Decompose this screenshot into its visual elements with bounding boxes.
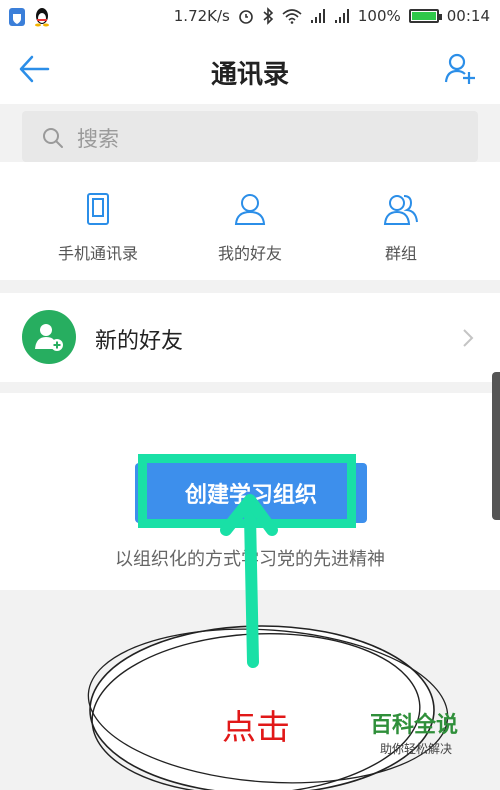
quick-menu: 手机通讯录 我的好友 群组 bbox=[0, 162, 500, 280]
signal-icon bbox=[310, 9, 325, 23]
signal-icon bbox=[334, 9, 349, 23]
network-speed: 1.72K/s bbox=[173, 7, 230, 25]
new-friends-label: 新的好友 bbox=[95, 329, 184, 354]
quick-item-my-friends[interactable]: 我的好友 bbox=[167, 192, 333, 264]
quick-item-label: 手机通讯录 bbox=[57, 244, 138, 263]
group-section: 创建学习组织 以组织化的方式学习党的先进精神 bbox=[0, 393, 500, 590]
alarm-icon bbox=[239, 10, 253, 24]
add-friend-avatar-icon bbox=[22, 310, 76, 364]
search-icon bbox=[43, 128, 63, 148]
qq-icon bbox=[35, 8, 49, 27]
watermark-subtitle: 助你轻松解决 bbox=[379, 742, 452, 756]
battery-fill bbox=[411, 12, 436, 20]
watermark-title: 百科全说 bbox=[369, 713, 458, 738]
page-title: 通讯录 bbox=[210, 60, 289, 90]
status-right: 1.72K/s 100% 00:14 bbox=[174, 7, 490, 25]
group-icon bbox=[383, 195, 418, 225]
group-description: 以组织化的方式学习党的先进精神 bbox=[115, 549, 385, 570]
search-bar[interactable]: 搜索 bbox=[22, 111, 478, 162]
quick-item-phone-contacts[interactable]: 手机通讯录 bbox=[15, 192, 181, 264]
annotation-text: 点击 bbox=[222, 708, 290, 748]
status-bar: 1.72K/s 100% 00:14 bbox=[0, 0, 500, 36]
clock: 00:14 bbox=[446, 7, 490, 25]
quick-item-label: 我的好友 bbox=[217, 244, 282, 263]
bluetooth-icon bbox=[263, 7, 274, 25]
quick-item-label: 群组 bbox=[384, 244, 417, 263]
battery-percent: 100% bbox=[357, 7, 401, 25]
person-icon bbox=[234, 194, 266, 225]
scribble-circle bbox=[87, 625, 449, 790]
search-placeholder: 搜索 bbox=[77, 127, 119, 151]
scroll-handle[interactable] bbox=[492, 372, 500, 520]
app-header: 通讯录 bbox=[0, 36, 500, 104]
new-friends-row[interactable]: 新的好友 bbox=[0, 293, 500, 382]
add-contact-icon[interactable] bbox=[444, 52, 478, 86]
lower-area: 点击 百科全说 助你轻松解决 bbox=[0, 590, 500, 790]
battery-icon bbox=[408, 9, 442, 23]
wifi-icon bbox=[282, 9, 302, 24]
quick-item-groups[interactable]: 群组 bbox=[318, 192, 484, 264]
highlight-box bbox=[138, 454, 356, 528]
shield-icon bbox=[9, 8, 25, 26]
chevron-right-icon bbox=[463, 329, 474, 347]
phone-icon bbox=[87, 193, 109, 225]
status-left-icons bbox=[8, 7, 50, 27]
